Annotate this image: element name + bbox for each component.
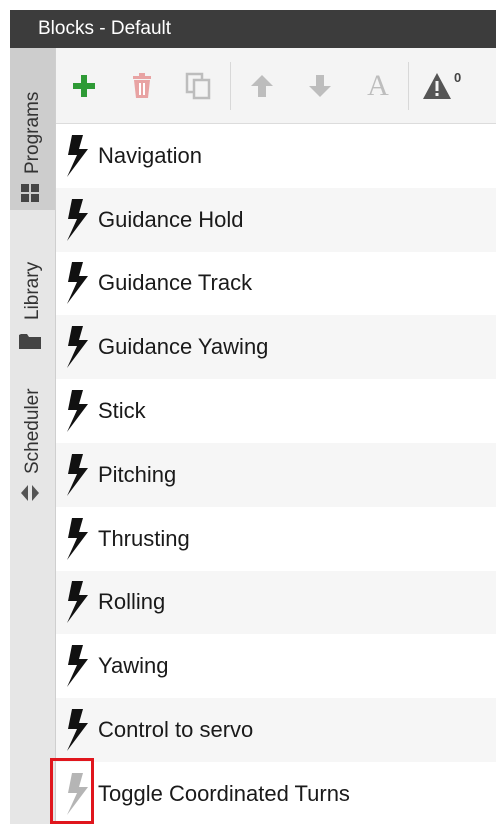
list-item[interactable]: Control to servo [56,698,496,762]
toolbar-separator [408,62,409,110]
window-title: Blocks - Default [38,18,172,39]
list-item-label: Rolling [98,589,166,615]
list-item[interactable]: Guidance Track [56,251,496,316]
delete-button[interactable] [124,66,160,106]
blocks-list: Navigation Guidance Hold Guidance Track … [56,124,496,826]
list-item-label: Guidance Hold [98,206,244,232]
list-item[interactable]: Guidance Hold [56,187,496,252]
list-item-label: Control to servo [98,717,254,743]
list-item-label: Stick [98,398,146,424]
tab-programs-label: Programs [22,91,43,174]
lightning-icon [56,707,96,753]
add-button[interactable] [66,66,102,106]
tab-library[interactable]: Library [10,210,55,358]
text-icon: A [367,69,389,102]
list-item[interactable]: Pitching [56,442,496,507]
lightning-icon [56,260,96,306]
lightning-icon [56,516,96,562]
lightning-icon [56,579,96,625]
tab-library-label: Library [22,261,43,320]
warning-icon [423,73,451,99]
sidebar-tabs: Programs Library Scheduler [10,48,56,824]
toolbar-separator [230,62,231,110]
trash-icon [133,73,151,98]
arrow-down-icon [309,75,331,97]
list-item-label: Guidance Track [98,270,253,296]
move-down-button[interactable] [302,66,338,106]
plus-icon [73,75,95,97]
rename-button[interactable]: A [360,66,396,106]
list-item-label: Guidance Yawing [98,334,269,360]
lightning-icon [56,197,96,243]
arrows-icon [21,484,45,502]
list-item[interactable]: Guidance Yawing [56,315,496,380]
lightning-icon [56,388,96,434]
list-item-label: Yawing [98,653,169,679]
warnings-button[interactable]: 0 [422,66,478,106]
copy-icon [185,72,211,100]
list-item-label: Thrusting [98,525,190,551]
lightning-icon [56,324,96,370]
folder-icon [19,330,45,352]
highlight-box [50,758,94,824]
list-item[interactable]: Thrusting [56,506,496,571]
list-item-label: Pitching [98,461,177,487]
list-item[interactable]: Yawing [56,634,496,699]
window-title-bar: Blocks - Default [10,10,496,48]
lightning-icon [56,133,96,179]
arrow-up-icon [251,75,273,97]
list-item[interactable]: Toggle Coordinated Turns [56,761,496,826]
list-item[interactable]: Rolling [56,570,496,635]
move-up-button[interactable] [244,66,280,106]
tab-programs[interactable]: Programs [10,48,55,210]
lightning-icon [56,452,96,498]
tab-scheduler[interactable]: Scheduler [10,358,55,518]
tab-scheduler-label: Scheduler [22,388,43,474]
grid-icon [21,184,45,202]
list-item-label: Toggle Coordinated Turns [98,780,350,806]
list-item[interactable]: Stick [56,379,496,443]
copy-button[interactable] [180,66,216,106]
list-item-label: Navigation [98,142,202,168]
toolbar: A 0 [56,48,496,124]
warning-count: 0 [454,69,462,85]
lightning-icon [56,643,96,689]
list-item[interactable]: Navigation [56,124,496,188]
